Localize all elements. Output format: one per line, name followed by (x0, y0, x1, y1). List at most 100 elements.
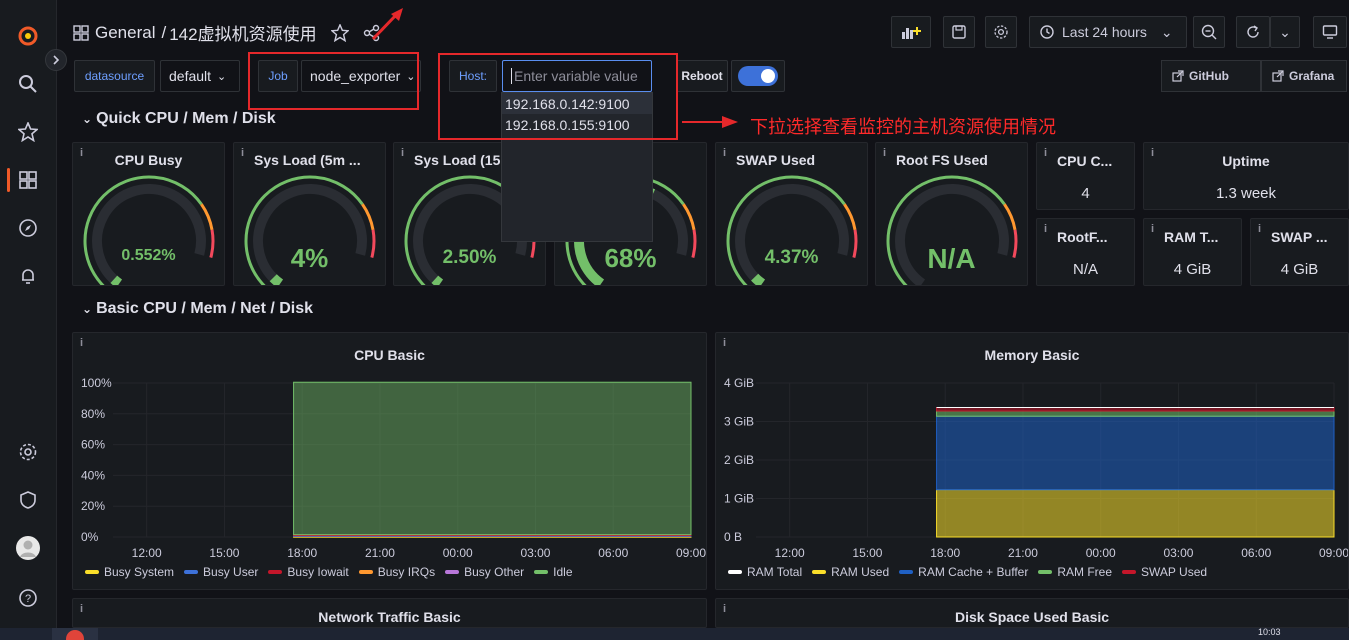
reboot-toggle[interactable] (738, 66, 778, 86)
legend-item[interactable]: Busy IRQs (358, 565, 436, 579)
svg-text:?: ? (25, 593, 31, 605)
info-icon[interactable]: i (401, 147, 404, 159)
y-tick-label: 1 GiB (724, 492, 754, 506)
x-tick-label: 18:00 (287, 546, 317, 560)
y-tick-label: 0% (81, 530, 99, 544)
reboot-label: Reboot (676, 60, 728, 92)
tv-mode-button[interactable] (1313, 16, 1347, 48)
alerting-icon[interactable] (16, 264, 40, 288)
row-basic[interactable]: ⌄ Basic CPU / Mem / Net / Disk (82, 300, 313, 318)
datasource-label: datasource (74, 60, 155, 92)
legend-item[interactable]: Busy System (85, 565, 174, 579)
gauge-value: 2.50% (442, 247, 497, 268)
avatar[interactable] (16, 536, 40, 560)
cpu-basic-panel: i CPU Basic 100% 80% 60% 40% 20% 0% 12:00 15:00… (72, 332, 707, 590)
y-tick-label: 0 B (724, 530, 742, 544)
legend-swatch (268, 570, 283, 574)
row-quick[interactable]: ⌄ Quick CPU / Mem / Disk (82, 110, 276, 128)
legend-item[interactable]: RAM Total (728, 565, 802, 579)
legend-label: Idle (553, 565, 573, 579)
info-icon[interactable]: i (723, 147, 726, 159)
x-tick-label: 12:00 (132, 546, 162, 560)
annotation-box-job (248, 52, 419, 110)
legend-swatch (358, 570, 373, 574)
y-tick-label: 4 GiB (724, 376, 754, 390)
series-area (293, 381, 692, 536)
cpu-legend: Busy System Busy User Busy Iowait Busy IRQs… (85, 565, 573, 579)
star-icon[interactable] (330, 23, 349, 42)
shield-icon[interactable] (16, 488, 40, 512)
stat-value: 4 GiB (1173, 261, 1212, 278)
save-button[interactable] (943, 16, 975, 48)
info-icon[interactable]: i (1044, 147, 1047, 159)
taskbar-app[interactable] (52, 628, 98, 640)
time-range-label: Last 24 hours (1062, 24, 1147, 40)
github-link[interactable]: GitHub (1161, 60, 1261, 92)
info-icon[interactable]: i (1151, 223, 1154, 235)
taskbar: 10:03 (0, 627, 1349, 640)
sidebar-expand-button[interactable] (45, 49, 67, 71)
info-icon[interactable]: i (1258, 223, 1261, 235)
dashboards-icon[interactable] (16, 168, 40, 192)
stat-panel: i RAM T... 4 GiB (1143, 218, 1242, 286)
gauge-panel: i Sys Load (5m ... 4% (233, 142, 386, 286)
clock-icon (1040, 25, 1054, 39)
stat-title: RAM T... (1164, 229, 1219, 245)
legend-item[interactable]: RAM Free (1038, 565, 1112, 579)
gauge-fill (269, 274, 284, 285)
breadcrumb-separator: / (161, 22, 167, 42)
x-tick-label: 12:00 (775, 546, 805, 560)
breadcrumb-folder[interactable]: General (95, 23, 155, 43)
stat-panel: i RootF... N/A (1036, 218, 1135, 286)
gauge-panel: i CPU Busy 0.552% (72, 142, 225, 286)
explore-icon[interactable] (16, 216, 40, 240)
x-tick-label: 06:00 (1241, 546, 1271, 560)
legend-label: Busy IRQs (377, 565, 436, 579)
grafana-logo-icon[interactable] (16, 24, 40, 48)
info-icon[interactable]: i (883, 147, 886, 159)
breadcrumb: General / 142虚拟机资源使用 (73, 20, 381, 45)
zoom-out-button[interactable] (1193, 16, 1225, 48)
info-icon[interactable]: i (1044, 223, 1047, 235)
legend-item[interactable]: Idle (534, 565, 573, 579)
y-tick-label: 20% (81, 499, 105, 513)
series-area (936, 407, 1335, 412)
legend-item[interactable]: Busy User (184, 565, 258, 579)
gauge-panel: i Root FS Used N/A (875, 142, 1028, 286)
gauge-title: CPU Busy (114, 152, 183, 168)
legend-item[interactable]: RAM Cache + Buffer (899, 565, 1028, 579)
stat-panel: i SWAP ... 4 GiB (1250, 218, 1349, 286)
page-title[interactable]: 142虚拟机资源使用 (169, 20, 316, 45)
star-icon[interactable] (16, 120, 40, 144)
time-range-picker[interactable]: Last 24 hours ⌄ (1029, 16, 1187, 48)
gear-icon[interactable] (16, 440, 40, 464)
stat-panel: i Uptime 1.3 week (1143, 142, 1349, 210)
help-icon[interactable]: ? (16, 586, 40, 610)
refresh-interval-dropdown[interactable]: ⌄ (1270, 16, 1300, 48)
legend-item[interactable]: RAM Used (812, 565, 889, 579)
save-icon (952, 25, 966, 39)
gear-icon (994, 25, 1008, 39)
add-panel-button[interactable] (891, 16, 931, 48)
x-tick-label: 18:00 (930, 546, 960, 560)
memory-basic-chart[interactable]: 4 GiB 3 GiB 2 GiB 1 GiB 0 B 12:00 15:00 18:00 21… (716, 369, 1348, 561)
panel-title: Disk Space Used Basic (954, 609, 1110, 625)
stat-title: RootF... (1057, 229, 1108, 245)
info-icon[interactable]: i (241, 147, 244, 159)
y-tick-label: 3 GiB (724, 415, 754, 429)
legend-item[interactable]: Busy Other (445, 565, 524, 579)
legend-swatch (1038, 570, 1053, 574)
cpu-basic-chart[interactable]: 100% 80% 60% 40% 20% 0% 12:00 15:00 18:00 21:00 00… (73, 369, 706, 561)
chevron-down-icon: ⌄ (217, 70, 227, 83)
search-icon[interactable] (16, 72, 40, 96)
legend-item[interactable]: Busy Iowait (268, 565, 349, 579)
grafana-link[interactable]: Grafana (1261, 60, 1347, 92)
datasource-select[interactable]: default ⌄ (160, 60, 240, 92)
monitor-icon (1322, 25, 1338, 39)
settings-button[interactable] (985, 16, 1017, 48)
refresh-button[interactable] (1236, 16, 1270, 48)
panel-title: CPU Basic (354, 347, 425, 363)
legend-label: Busy User (203, 565, 259, 579)
gauge-fill (110, 275, 123, 285)
legend-item[interactable]: SWAP Used (1122, 565, 1207, 579)
